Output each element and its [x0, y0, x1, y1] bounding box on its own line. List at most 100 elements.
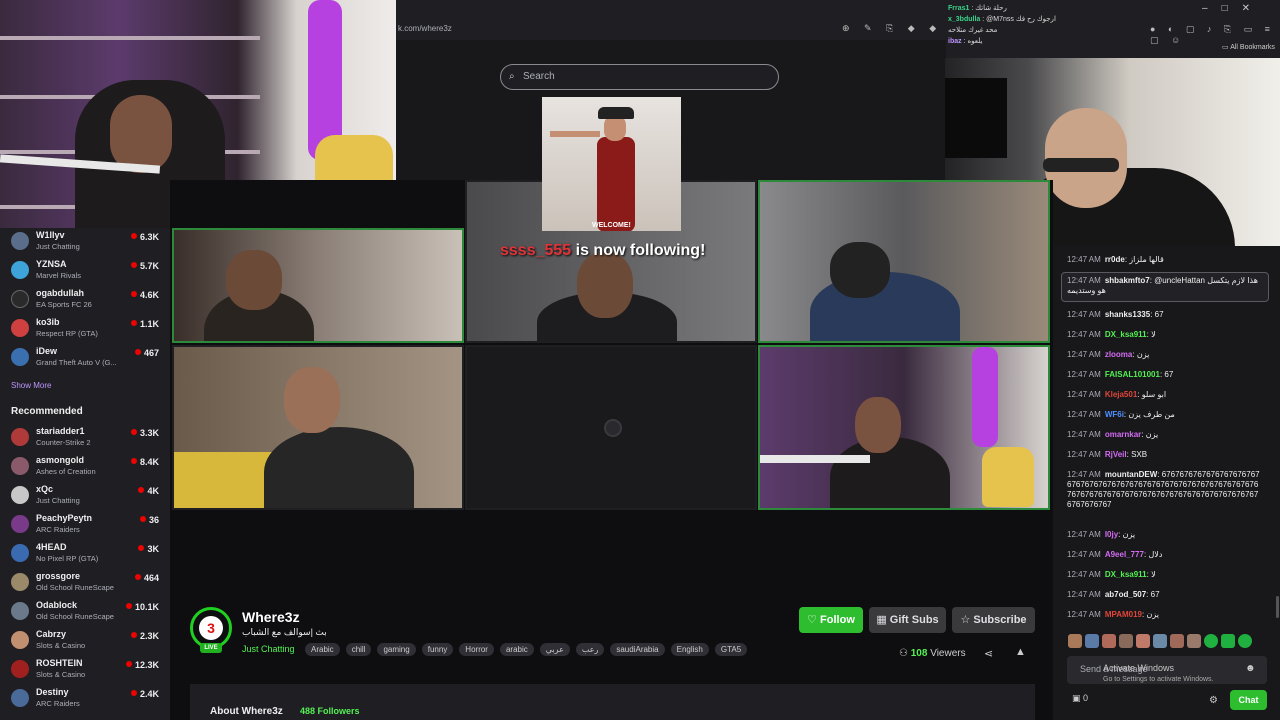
report-icon[interactable]: ▲: [1015, 646, 1026, 658]
tag[interactable]: GTA5: [714, 643, 748, 656]
avatar: [11, 689, 29, 707]
live-dot-icon: [134, 349, 141, 355]
tag[interactable]: funny: [421, 643, 454, 656]
gift-icon: ▦: [876, 614, 890, 626]
live-badge: LIVE: [200, 643, 222, 653]
emote-bar: [1068, 634, 1252, 648]
chat-message: 12:47 AM DX_ksa911: لا: [1067, 330, 1156, 339]
activate-windows-subtext: Go to Settings to activate Windows.: [1103, 676, 1214, 683]
sidebar-channel-peachypeytn[interactable]: PeachyPeytn ARC Raiders 36: [0, 511, 170, 537]
tag[interactable]: Horror: [459, 643, 494, 656]
live-dot-icon: [125, 603, 132, 609]
channel-name[interactable]: Where3z: [242, 609, 300, 625]
video-tile[interactable]: [758, 180, 1050, 343]
emote-icon[interactable]: [1221, 634, 1235, 648]
chat-send-button[interactable]: Chat: [1230, 690, 1267, 710]
tag[interactable]: English: [670, 643, 709, 656]
follow-button[interactable]: ♡ Follow: [799, 607, 863, 633]
avatar: [11, 232, 29, 250]
live-dot-icon: [125, 661, 132, 667]
share-icon[interactable]: ⋖: [984, 647, 993, 660]
chat-message: 12:47 AM WF6i: من طرف يزن: [1067, 410, 1175, 419]
chat-message: 12:47 AM DX_ksa911: لا: [1067, 570, 1156, 579]
tag-list: Arabic chill gaming funny Horror arabic …: [305, 643, 748, 656]
tag[interactable]: عربي: [539, 643, 570, 656]
show-more-link[interactable]: Show More: [11, 381, 51, 390]
close-icon: ✕: [1241, 3, 1264, 14]
emote-icon[interactable]: [1153, 634, 1167, 648]
sidebar-channel-ogabdullah[interactable]: ogabdullah EA Sports FC 26 4.6K: [0, 286, 170, 312]
follower-count: 488 Followers: [300, 706, 360, 716]
avatar: [11, 573, 29, 591]
address-bar[interactable]: k.com/where3z: [396, 22, 916, 36]
emote-icon[interactable]: [1187, 634, 1201, 648]
sidebar-channel-odablock[interactable]: Odablock Old School RuneScape 10.1K: [0, 598, 170, 624]
avatar: [11, 348, 29, 366]
activate-windows-watermark: Activate Windows: [1103, 663, 1175, 673]
stream-category[interactable]: Just Chatting: [242, 644, 295, 654]
avatar: [11, 602, 29, 620]
emote-icon[interactable]: [1068, 634, 1082, 648]
sidebar-channel-stariadder1[interactable]: stariadder1 Counter-Strike 2 3.3K: [0, 424, 170, 450]
avatar: [11, 457, 29, 475]
tag[interactable]: chill: [345, 643, 372, 656]
emote-icon[interactable]: [1119, 634, 1133, 648]
tag[interactable]: Arabic: [305, 643, 340, 656]
emote-icon[interactable]: [1204, 634, 1218, 648]
tag[interactable]: gaming: [377, 643, 416, 656]
avatar: [11, 428, 29, 446]
channel-points[interactable]: ▣ 0: [1072, 693, 1088, 704]
emote-picker-icon[interactable]: ☻: [1245, 663, 1256, 674]
sidebar-channel-4head[interactable]: 4HEAD No Pixel RP (GTA) 3K: [0, 540, 170, 566]
window-controls[interactable]: –□✕: [1202, 3, 1264, 14]
avatar: [11, 515, 29, 533]
avatar: [11, 319, 29, 337]
sidebar-channel-roshtein[interactable]: ROSHTEIN Slots & Casino 12.3K: [0, 656, 170, 682]
tag[interactable]: saudiArabia: [610, 643, 665, 656]
address-bar-icons[interactable]: ⊕ ✎ ⎘ ◆ ◆: [842, 23, 942, 34]
sidebar-channel-asmongold[interactable]: asmongold Ashes of Creation 8.4K: [0, 453, 170, 479]
live-dot-icon: [130, 632, 137, 638]
live-dot-icon: [138, 545, 145, 551]
video-tile[interactable]: [172, 228, 464, 343]
chat-scrollbar[interactable]: [1276, 596, 1279, 618]
viewers-icon: ⚇: [899, 648, 911, 659]
chat-message: 12:47 AM Kleja501: ابو سلو: [1067, 390, 1167, 399]
all-bookmarks-button[interactable]: ▭ All Bookmarks: [1222, 43, 1275, 51]
follow-alert-image: [542, 97, 681, 231]
overlay-chat: Frras1 : رحلة شاتك x_3bdulla : @M7nss ار…: [948, 5, 1056, 45]
search-input[interactable]: ⌕ Search: [500, 64, 779, 90]
emote-icon[interactable]: [1085, 634, 1099, 648]
sidebar-channel-w1llyv[interactable]: W1llyv Just Chatting 6.3K: [0, 228, 170, 254]
sidebar-channel-cabrzy[interactable]: Cabrzy Slots & Casino 2.3K: [0, 627, 170, 653]
points-icon: ▣: [1072, 693, 1084, 703]
sidebar-channel-destiny[interactable]: Destiny ARC Raiders 2.4K: [0, 685, 170, 711]
tag[interactable]: arabic: [499, 643, 534, 656]
video-tile[interactable]: [172, 345, 464, 510]
emote-icon[interactable]: [1238, 634, 1252, 648]
live-dot-icon: [130, 690, 137, 696]
sidebar-channel-idew[interactable]: iDew Grand Theft Auto V (G... 467: [0, 344, 170, 370]
gear-icon[interactable]: ⚙: [1209, 695, 1218, 706]
emote-icon[interactable]: [1136, 634, 1150, 648]
emote-icon[interactable]: [1170, 634, 1184, 648]
emote-icon[interactable]: [1102, 634, 1116, 648]
chat-message: 12:47 AM zlooma: يزن: [1067, 350, 1150, 359]
chat-message: 12:47 AM RjVeil: SXB: [1067, 450, 1148, 459]
sidebar-channel-yznsa[interactable]: YZNSA Marvel Rivals 5.7K: [0, 257, 170, 283]
chat-message: 12:47 AM I0jy: يزن: [1067, 530, 1136, 539]
follow-alert-text: ssss_555 is now following!: [500, 242, 706, 259]
star-icon: ☆: [960, 614, 974, 626]
tag[interactable]: رعب: [575, 643, 605, 656]
gift-subs-button[interactable]: ▦ Gift Subs: [869, 607, 946, 633]
sidebar-channel-ko3ib[interactable]: ko3ib Respect RP (GTA) 1.1K: [0, 315, 170, 341]
subscribe-button[interactable]: ☆ Subscribe: [952, 607, 1035, 633]
search-icon: ⌕: [509, 71, 515, 82]
sidebar-channel-xqc[interactable]: xQc Just Chatting 4K: [0, 482, 170, 508]
chat-message: 12:47 AM shanks1335: 67: [1067, 310, 1164, 319]
live-dot-icon: [130, 233, 137, 239]
video-tile[interactable]: [758, 345, 1050, 510]
chat-message: 12:47 AM FAISAL101001: 67: [1067, 370, 1174, 379]
sidebar-channel-grossgore[interactable]: grossgore Old School RuneScape 464: [0, 569, 170, 595]
live-dot-icon: [139, 516, 146, 522]
